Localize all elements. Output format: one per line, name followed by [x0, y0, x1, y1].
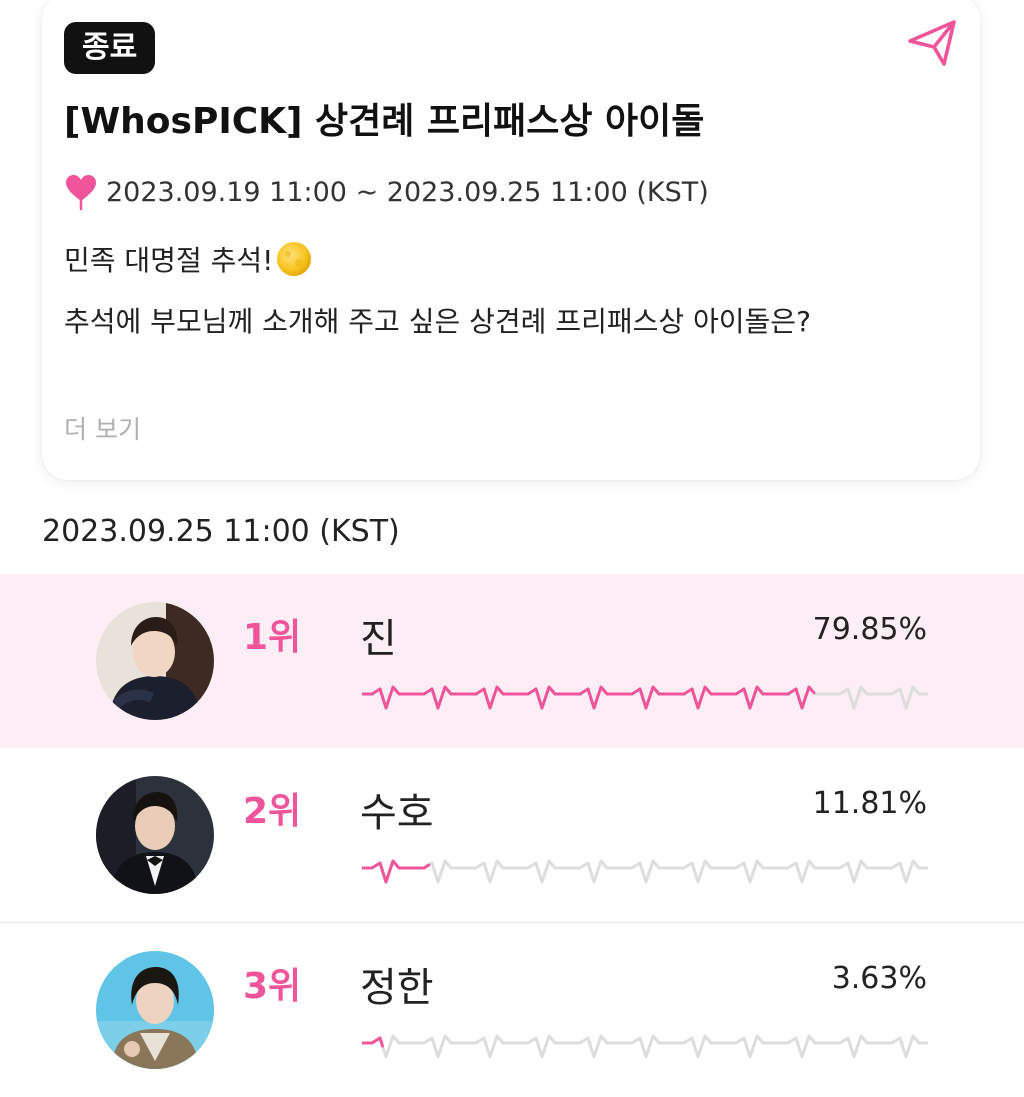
ranking-row-3[interactable]: 3위 정한 3.63%: [0, 922, 1024, 1097]
vote-share-wave: [362, 1034, 928, 1059]
percent-label: 3.63%: [831, 961, 927, 996]
rank-label: 1위: [243, 617, 302, 658]
avatar: [96, 602, 214, 720]
description-text: 민족 대명절 추석!: [64, 244, 274, 277]
rank-label: 3위: [243, 966, 302, 1007]
vote-description-line1: 민족 대명절 추석!: [64, 238, 313, 280]
avatar: [96, 776, 214, 894]
result-timestamp: 2023.09.25 11:00 (KST): [42, 514, 400, 549]
rank-label: 2위: [243, 791, 302, 832]
candidate-name: 수호: [360, 790, 434, 836]
percent-label: 11.81%: [812, 786, 927, 821]
vote-period: 2023.09.19 11:00 ~ 2023.09.25 11:00 (KST…: [64, 172, 709, 212]
heart-icon: [66, 175, 96, 211]
status-badge: 종료: [64, 22, 156, 74]
avatar: [96, 951, 214, 1069]
percent-label: 79.85%: [812, 612, 927, 647]
vote-title: [WhosPICK] 상견례 프리패스상 아이돌: [64, 101, 705, 142]
ranking-row-1[interactable]: 1위 진 79.85%: [0, 574, 1024, 748]
vote-description-line2: 추석에 부모님께 소개해 주고 싶은 상견례 프리패스상 아이돌은?: [64, 305, 811, 338]
vote-share-wave: [362, 859, 928, 884]
candidate-name: 진: [360, 616, 397, 662]
full-moon-emoji: [277, 242, 312, 276]
more-link[interactable]: 더 보기: [64, 410, 141, 446]
candidate-name: 정한: [360, 965, 434, 1011]
vote-info-card: 종료 [WhosPICK] 상견례 프리패스상 아이돌 2023.09.19 1…: [42, 0, 980, 480]
send-icon[interactable]: [904, 14, 960, 70]
ranking-row-2[interactable]: 2위 수호 11.81%: [0, 748, 1024, 922]
vote-share-wave: [362, 685, 928, 710]
vote-period-text: 2023.09.19 11:00 ~ 2023.09.25 11:00 (KST…: [106, 176, 709, 208]
